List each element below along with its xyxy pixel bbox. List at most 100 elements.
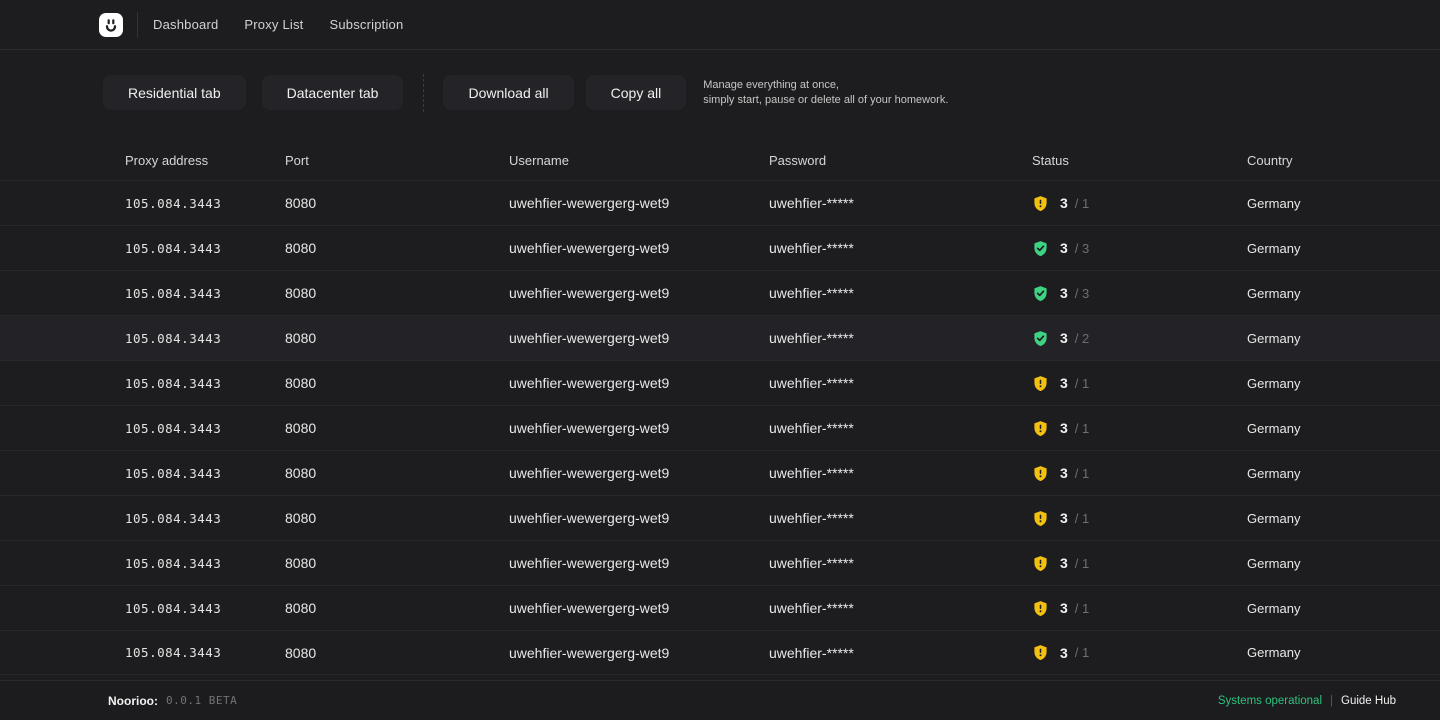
country-cell: Germany bbox=[1247, 466, 1440, 481]
table-body: 105.084.3443 8080 uwehfier-wewergerg-wet… bbox=[0, 180, 1440, 675]
proxy-address-cell: 105.084.3443 bbox=[125, 331, 285, 346]
footer-separator: | bbox=[1330, 695, 1333, 707]
nav-divider bbox=[137, 12, 138, 38]
password-cell: uwehfier-***** bbox=[769, 420, 1032, 436]
table-row[interactable]: 105.084.3443 8080 uwehfier-wewergerg-wet… bbox=[0, 315, 1440, 360]
country-cell: Germany bbox=[1247, 421, 1440, 436]
version-badge: 0.0.1 BETA bbox=[166, 694, 237, 707]
status-total-count: / 1 bbox=[1075, 511, 1089, 526]
warning-shield-icon bbox=[1032, 465, 1049, 482]
table-row[interactable]: 105.084.3443 8080 uwehfier-wewergerg-wet… bbox=[0, 225, 1440, 270]
nav-links: Dashboard Proxy List Subscription bbox=[153, 17, 403, 32]
table-row[interactable]: 105.084.3443 8080 uwehfier-wewergerg-wet… bbox=[0, 180, 1440, 225]
table-row[interactable]: 105.084.3443 8080 uwehfier-wewergerg-wet… bbox=[0, 360, 1440, 405]
username-cell: uwehfier-wewergerg-wet9 bbox=[509, 555, 769, 571]
status-cell: 3 / 1 bbox=[1032, 420, 1247, 437]
table-row[interactable]: 105.084.3443 8080 uwehfier-wewergerg-wet… bbox=[0, 495, 1440, 540]
status-total-count: / 1 bbox=[1075, 376, 1089, 391]
nav-link-dashboard[interactable]: Dashboard bbox=[153, 17, 218, 32]
toolbar: Residential tab Datacenter tab Download … bbox=[0, 75, 1440, 110]
warning-shield-icon bbox=[1032, 555, 1049, 572]
ok-shield-icon bbox=[1032, 330, 1049, 347]
country-cell: Germany bbox=[1247, 645, 1440, 660]
country-cell: Germany bbox=[1247, 286, 1440, 301]
country-cell: Germany bbox=[1247, 376, 1440, 391]
status-cell: 3 / 1 bbox=[1032, 375, 1247, 392]
status-total-count: / 1 bbox=[1075, 601, 1089, 616]
column-header-port: Port bbox=[285, 153, 509, 168]
password-cell: uwehfier-***** bbox=[769, 240, 1032, 256]
column-header-username: Username bbox=[509, 153, 769, 168]
status-total-count: / 1 bbox=[1075, 421, 1089, 436]
status-active-count: 3 bbox=[1060, 240, 1068, 256]
warning-shield-icon bbox=[1032, 195, 1049, 212]
column-header-country: Country bbox=[1247, 153, 1440, 168]
column-header-proxy-address: Proxy address bbox=[125, 153, 285, 168]
country-cell: Germany bbox=[1247, 241, 1440, 256]
table-row[interactable]: 105.084.3443 8080 uwehfier-wewergerg-wet… bbox=[0, 405, 1440, 450]
copy-all-button[interactable]: Copy all bbox=[586, 75, 687, 110]
status-cell: 3 / 1 bbox=[1032, 465, 1247, 482]
download-all-button[interactable]: Download all bbox=[443, 75, 573, 110]
status-total-count: / 2 bbox=[1075, 331, 1089, 346]
port-cell: 8080 bbox=[285, 465, 509, 481]
status-active-count: 3 bbox=[1060, 285, 1068, 301]
noorioo-logo-icon[interactable] bbox=[99, 13, 123, 37]
port-cell: 8080 bbox=[285, 285, 509, 301]
port-cell: 8080 bbox=[285, 330, 509, 346]
status-active-count: 3 bbox=[1060, 555, 1068, 571]
warning-shield-icon bbox=[1032, 644, 1049, 661]
nav-link-proxy-list[interactable]: Proxy List bbox=[244, 17, 303, 32]
guide-hub-link[interactable]: Guide Hub bbox=[1341, 695, 1396, 707]
proxy-address-cell: 105.084.3443 bbox=[125, 196, 285, 211]
status-active-count: 3 bbox=[1060, 600, 1068, 616]
status-cell: 3 / 1 bbox=[1032, 195, 1247, 212]
username-cell: uwehfier-wewergerg-wet9 bbox=[509, 510, 769, 526]
proxy-address-cell: 105.084.3443 bbox=[125, 286, 285, 301]
proxy-address-cell: 105.084.3443 bbox=[125, 601, 285, 616]
column-header-password: Password bbox=[769, 153, 1032, 168]
country-cell: Germany bbox=[1247, 511, 1440, 526]
warning-shield-icon bbox=[1032, 600, 1049, 617]
column-header-status: Status bbox=[1032, 153, 1247, 168]
status-total-count: / 1 bbox=[1075, 645, 1089, 660]
country-cell: Germany bbox=[1247, 556, 1440, 571]
status-active-count: 3 bbox=[1060, 330, 1068, 346]
table-row[interactable]: 105.084.3443 8080 uwehfier-wewergerg-wet… bbox=[0, 270, 1440, 315]
port-cell: 8080 bbox=[285, 420, 509, 436]
table-row[interactable]: 105.084.3443 8080 uwehfier-wewergerg-wet… bbox=[0, 630, 1440, 675]
status-cell: 3 / 1 bbox=[1032, 555, 1247, 572]
password-cell: uwehfier-***** bbox=[769, 285, 1032, 301]
password-cell: uwehfier-***** bbox=[769, 645, 1032, 661]
username-cell: uwehfier-wewergerg-wet9 bbox=[509, 375, 769, 391]
password-cell: uwehfier-***** bbox=[769, 555, 1032, 571]
status-active-count: 3 bbox=[1060, 465, 1068, 481]
country-cell: Germany bbox=[1247, 601, 1440, 616]
table-row[interactable]: 105.084.3443 8080 uwehfier-wewergerg-wet… bbox=[0, 540, 1440, 585]
password-cell: uwehfier-***** bbox=[769, 375, 1032, 391]
proxy-address-cell: 105.084.3443 bbox=[125, 645, 285, 660]
nav-link-subscription[interactable]: Subscription bbox=[329, 17, 403, 32]
port-cell: 8080 bbox=[285, 645, 509, 661]
port-cell: 8080 bbox=[285, 510, 509, 526]
proxy-address-cell: 105.084.3443 bbox=[125, 241, 285, 256]
table-row[interactable]: 105.084.3443 8080 uwehfier-wewergerg-wet… bbox=[0, 585, 1440, 630]
toolbar-caption-line1: Manage everything at once, bbox=[703, 78, 948, 93]
username-cell: uwehfier-wewergerg-wet9 bbox=[509, 240, 769, 256]
footer: Noorioo: 0.0.1 BETA Systems operational … bbox=[0, 680, 1440, 720]
table-header: Proxy address Port Username Password Sta… bbox=[0, 140, 1440, 180]
status-cell: 3 / 2 bbox=[1032, 330, 1247, 347]
top-nav: Dashboard Proxy List Subscription bbox=[0, 0, 1440, 50]
datacenter-tab-button[interactable]: Datacenter tab bbox=[262, 75, 404, 110]
ok-shield-icon bbox=[1032, 240, 1049, 257]
ok-shield-icon bbox=[1032, 285, 1049, 302]
port-cell: 8080 bbox=[285, 600, 509, 616]
residential-tab-button[interactable]: Residential tab bbox=[103, 75, 246, 110]
table-row[interactable]: 105.084.3443 8080 uwehfier-wewergerg-wet… bbox=[0, 450, 1440, 495]
proxy-address-cell: 105.084.3443 bbox=[125, 556, 285, 571]
username-cell: uwehfier-wewergerg-wet9 bbox=[509, 195, 769, 211]
port-cell: 8080 bbox=[285, 240, 509, 256]
systems-operational-status[interactable]: Systems operational bbox=[1218, 695, 1322, 707]
port-cell: 8080 bbox=[285, 375, 509, 391]
warning-shield-icon bbox=[1032, 375, 1049, 392]
